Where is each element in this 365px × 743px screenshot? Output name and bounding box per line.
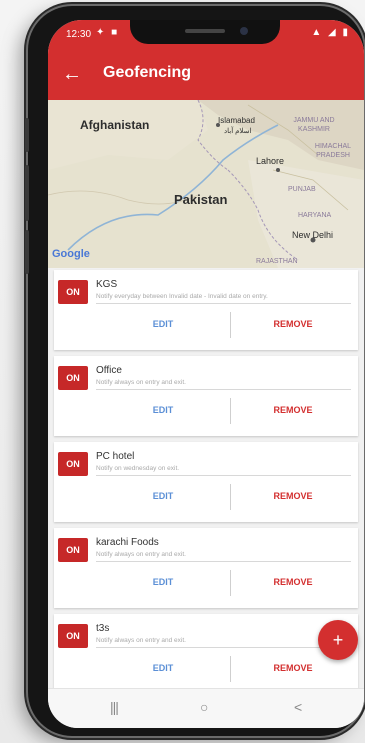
google-logo: Google [52,248,90,260]
map-label-pakistan: Pakistan [174,192,228,207]
back-arrow-icon[interactable]: ← [62,64,82,84]
divider [96,561,351,562]
back-icon[interactable]: < [294,699,302,715]
edit-button[interactable]: EDIT [98,577,228,587]
geofence-card: ON PC hotel Notify on wednesday on exit.… [54,442,358,522]
toggle-on-button[interactable]: ON [58,538,88,562]
map-label-islamabad: Islamabad [218,116,255,125]
divider [96,647,351,648]
map-label-afghanistan: Afghanistan [80,118,150,132]
map-label-islamabad-urdu: اسلام آباد [224,128,252,135]
phone-volume-button [25,118,29,152]
divider [96,475,351,476]
remove-button[interactable]: REMOVE [230,405,356,415]
app-bar: 12:30 ✦ ■ ▲ ◢ ▮ ← Geofencing [48,20,364,100]
toggle-on-button[interactable]: ON [58,452,88,476]
geofence-name: Office [96,365,122,376]
notch [130,20,280,44]
map-label-punjab: PUNJAB [288,186,316,193]
toggle-on-button[interactable]: ON [58,624,88,648]
geofence-name: PC hotel [96,451,135,462]
map-label-himachal: HIMACHAL PRADESH [314,143,352,159]
geofence-card: ON karachi Foods Notify always on entry … [54,528,358,608]
edit-button[interactable]: EDIT [98,319,228,329]
geofence-card: ON Office Notify always on entry and exi… [54,356,358,436]
remove-button[interactable]: REMOVE [230,577,356,587]
edit-button[interactable]: EDIT [98,405,228,415]
camera [240,27,248,35]
status-right-icons: ▲ ◢ ▮ [311,27,350,38]
status-left-icons: ✦ ■ [96,27,120,38]
remove-button[interactable]: REMOVE [230,663,356,673]
map-label-lahore: Lahore [256,156,285,166]
geofence-name: karachi Foods [96,537,159,548]
map-label-rajasthan: RAJASTHAN [256,258,298,265]
add-geofence-button[interactable]: + [318,620,358,660]
geofence-description: Notify always on entry and exit. [96,379,186,386]
home-icon[interactable]: ○ [200,699,208,715]
geofence-description: Notify always on entry and exit. [96,551,186,558]
divider [96,389,351,390]
geofence-description: Notify everyday between Invalid date - I… [96,293,268,300]
speaker [185,29,225,33]
geofence-name: KGS [96,279,118,290]
edit-button[interactable]: EDIT [98,663,228,673]
map-label-jammu-kashmir: JAMMU AND KASHMIR [293,117,335,133]
remove-button[interactable]: REMOVE [230,491,356,501]
edit-button[interactable]: EDIT [98,491,228,501]
system-nav-bar: ||| ○ < [48,688,364,728]
divider [96,303,351,304]
screen: 12:30 ✦ ■ ▲ ◢ ▮ ← Geofencing Afghanistan… [48,20,364,728]
map-label-new-delhi: New Delhi [292,230,334,240]
phone-power-button [25,165,29,221]
map-view[interactable]: Afghanistan Islamabad اسلام آباد JAMMU A… [48,100,364,268]
geofence-card: ON t3s Notify always on entry and exit. … [54,614,358,694]
geofence-list: ON KGS Notify everyday between Invalid d… [48,268,364,694]
page-title: Geofencing [103,64,192,81]
phone-side-button [25,230,29,274]
geofence-description: Notify on wednesday on exit. [96,465,180,472]
toggle-on-button[interactable]: ON [58,280,88,304]
status-time: 12:30 [66,29,92,40]
geofence-name: t3s [96,623,110,634]
remove-button[interactable]: REMOVE [230,319,356,329]
geofence-description: Notify always on entry and exit. [96,637,186,644]
recent-apps-icon[interactable]: ||| [110,699,119,715]
toggle-on-button[interactable]: ON [58,366,88,390]
map-label-haryana: HARYANA [298,212,332,219]
geofence-card: ON KGS Notify everyday between Invalid d… [54,270,358,350]
